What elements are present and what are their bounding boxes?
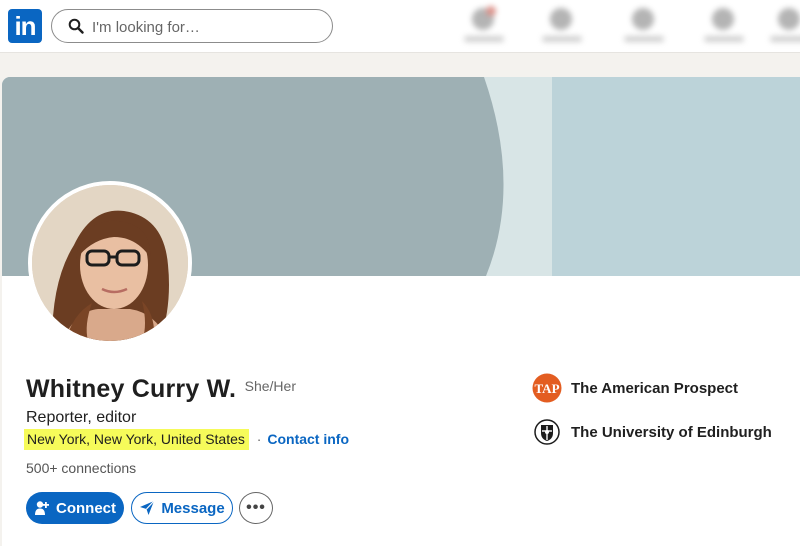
add-person-icon (35, 501, 49, 515)
nav-item-blurred[interactable] (622, 6, 666, 46)
more-icon: ••• (246, 499, 266, 516)
nav-item-blurred[interactable] (540, 6, 584, 46)
location-text: New York, New York, United States (24, 429, 249, 450)
pronouns: She/Her (244, 378, 296, 394)
connect-button-label: Connect (56, 499, 116, 517)
experience-org-name: The American Prospect (571, 380, 738, 397)
profile-card: Whitney Curry W. She/Her Reporter, edito… (2, 77, 800, 546)
separator-dot: · (256, 431, 262, 447)
nav-item-blurred[interactable] (768, 6, 800, 46)
connect-button[interactable]: Connect (26, 492, 124, 524)
location-row: New York, New York, United States · Cont… (24, 429, 349, 450)
more-actions-button[interactable]: ••• (239, 492, 273, 524)
top-nav: in (0, 0, 800, 53)
contact-info-link[interactable]: Contact info (267, 431, 349, 447)
name-row: Whitney Curry W. She/Her (26, 375, 296, 404)
message-button[interactable]: Message (131, 492, 233, 524)
profile-photo[interactable] (28, 181, 192, 345)
profile-name: Whitney Curry W. (26, 375, 237, 403)
linkedin-logo[interactable]: in (8, 9, 42, 43)
search-input[interactable] (90, 16, 324, 38)
connections-count[interactable]: 500+ connections (26, 460, 136, 476)
message-button-label: Message (161, 499, 225, 517)
send-icon (140, 500, 155, 515)
university-crest-icon (534, 419, 560, 445)
nav-item-blurred[interactable] (462, 6, 506, 46)
profile-photo-image (32, 185, 188, 341)
svg-text:TAP: TAP (534, 381, 559, 396)
search-box[interactable] (51, 9, 333, 43)
search-icon (68, 18, 84, 34)
american-prospect-logo-icon: TAP (532, 373, 562, 403)
profile-headline: Reporter, editor (26, 409, 137, 426)
nav-item-blurred[interactable] (702, 6, 746, 46)
experience-org-name: The University of Edinburgh (571, 424, 772, 441)
